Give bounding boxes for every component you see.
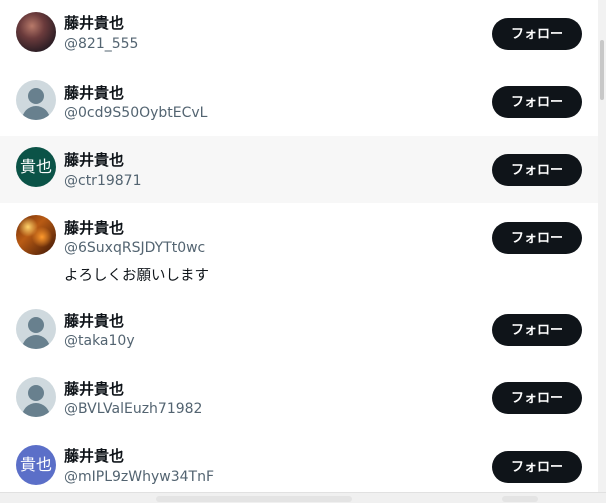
user-handle[interactable]: @taka10y (64, 333, 135, 349)
bottom-bar-element[interactable] (156, 496, 352, 502)
default-avatar-icon (28, 317, 44, 333)
default-avatar-icon (28, 88, 44, 104)
user-cell[interactable]: 藤井貴也 @0cd9S50OybtECvL フォロー (0, 68, 598, 136)
default-avatar-icon (28, 385, 44, 401)
follow-button[interactable]: フォロー (492, 222, 582, 254)
user-handle[interactable]: @ctr19871 (64, 173, 141, 189)
avatar[interactable] (16, 377, 56, 417)
user-bio: よろしくお願いします (64, 268, 209, 284)
user-cell[interactable]: 貴也 藤井貴也 @ctr19871 フォロー (0, 136, 598, 203)
user-name[interactable]: 藤井貴也 (64, 217, 124, 238)
user-handle[interactable]: @mIPL9zWhyw34TnF (64, 469, 214, 485)
user-cell[interactable]: 藤井貴也 @821_555 フォロー (0, 0, 598, 68)
bottom-bar-element[interactable] (502, 496, 538, 502)
avatar[interactable]: 貴也 (16, 445, 56, 485)
user-name[interactable]: 藤井貴也 (64, 310, 124, 331)
avatar[interactable]: 貴也 (16, 147, 56, 187)
avatar[interactable] (16, 309, 56, 349)
avatar[interactable] (16, 12, 56, 52)
follow-button[interactable]: フォロー (492, 314, 582, 346)
user-name[interactable]: 藤井貴也 (64, 149, 124, 170)
user-name[interactable]: 藤井貴也 (64, 378, 124, 399)
user-handle[interactable]: @BVLValEuzh71982 (64, 401, 202, 417)
avatar[interactable] (16, 80, 56, 120)
user-handle[interactable]: @0cd9S50OybtECvL (64, 105, 208, 121)
user-cell[interactable]: 藤井貴也 @BVLValEuzh71982 フォロー (0, 365, 598, 433)
follow-button[interactable]: フォロー (492, 382, 582, 414)
follow-button[interactable]: フォロー (492, 86, 582, 118)
follow-button[interactable]: フォロー (492, 451, 582, 483)
user-cell[interactable]: 貴也 藤井貴也 @mIPL9zWhyw34TnF フォロー (0, 433, 598, 492)
user-handle[interactable]: @6SuxqRSJDYTt0wc (64, 240, 205, 256)
follow-button[interactable]: フォロー (492, 18, 582, 50)
follow-button[interactable]: フォロー (492, 154, 582, 186)
user-name[interactable]: 藤井貴也 (64, 445, 124, 466)
scrollbar-thumb[interactable] (600, 40, 604, 100)
user-cell[interactable]: 藤井貴也 @taka10y フォロー (0, 297, 598, 365)
user-name[interactable]: 藤井貴也 (64, 12, 124, 33)
avatar[interactable] (16, 215, 56, 255)
user-handle[interactable]: @821_555 (64, 36, 138, 52)
user-cell[interactable]: 藤井貴也 @6SuxqRSJDYTt0wc よろしくお願いします フォロー (0, 203, 598, 297)
user-name[interactable]: 藤井貴也 (64, 82, 124, 103)
